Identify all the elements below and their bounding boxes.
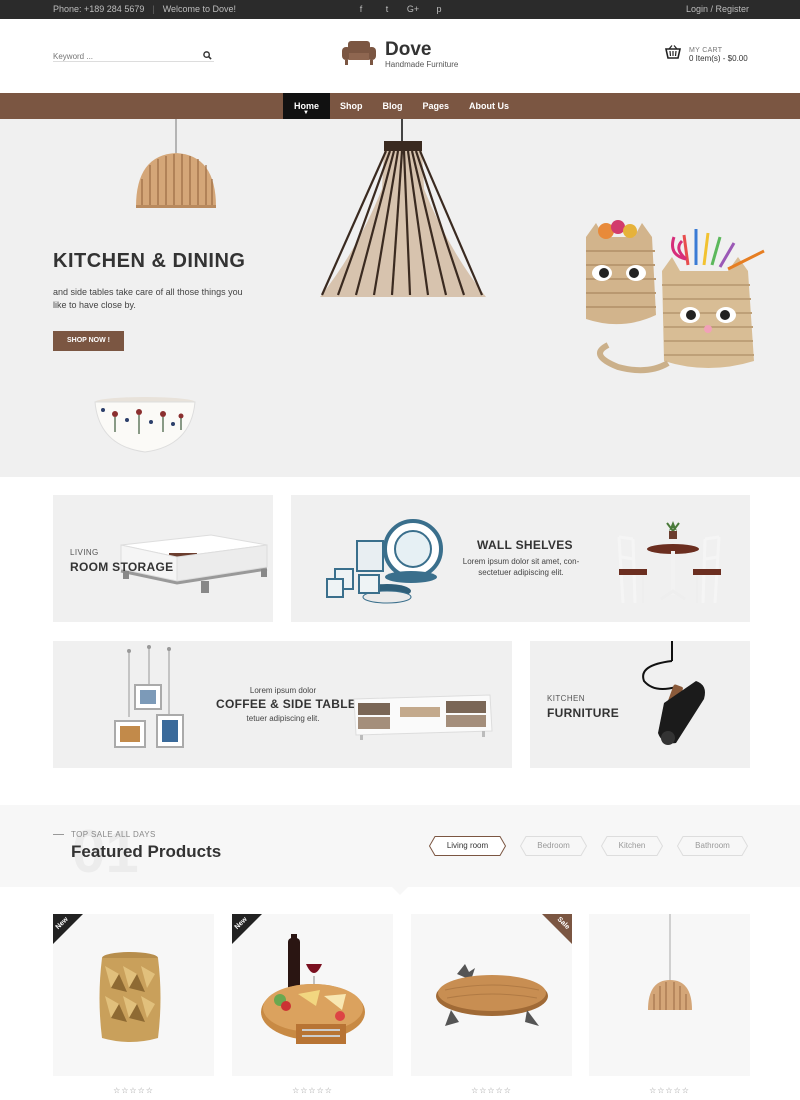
product-card[interactable]: New [53,914,214,1076]
product-card[interactable]: New [232,914,393,1076]
sofa-icon [341,38,377,71]
twitter-icon[interactable]: t [382,3,392,15]
spot-lamp-image [642,641,705,745]
hero-slider: KITCHEN & DINING and side tables take ca… [0,119,800,477]
tab-label: Bedroom [537,841,570,850]
dinnerware-set-image [326,519,443,604]
divider: | [152,4,155,14]
tab-bedroom[interactable]: Bedroom [520,836,587,856]
search-icon[interactable] [203,47,212,65]
basket-icon [665,45,681,64]
facebook-icon[interactable]: f [356,3,366,15]
search-box [53,46,214,62]
banner-title: COFFEE & SIDE TABLES [216,697,365,711]
product-rating: ☆☆☆☆☆ [113,1086,154,1095]
section-subtitle: TOP SALE ALL DAYS [71,830,156,839]
ceramic-bowl-image [94,397,196,453]
wood-pendant-lamp-image [136,119,216,208]
social-links: f t G+ p [356,3,444,15]
tab-kitchen[interactable]: Kitchen [601,836,663,856]
phone-number: Phone: +189 284 5679 [53,4,145,14]
banner-text-top: Lorem ipsum dolor [249,686,317,695]
top-bar: Phone: +189 284 5679 | Welcome to Dove! … [0,0,800,19]
login-register-link[interactable]: Login / Register [686,4,749,14]
nav-item-home[interactable]: Home ▼ [283,93,330,119]
tab-label: Kitchen [618,841,646,850]
shop-now-button[interactable]: SHOP NOW ! [53,331,124,351]
section-pointer [392,887,408,895]
banner-title: FURNITURE [547,706,620,720]
banner-title: WALL SHELVES [477,538,573,552]
rope-cat-baskets-image [586,220,765,374]
google-plus-icon[interactable]: G+ [407,3,419,15]
chevron-down-icon: ▼ [303,110,309,116]
product-rating: ☆☆☆☆☆ [292,1086,333,1095]
logo-tagline: Handmade Furniture [385,60,459,69]
logo-name: Dove [385,39,432,60]
pinterest-icon[interactable]: p [434,3,444,15]
featured-products-header: 01 TOP SALE ALL DAYS Featured Products L… [0,805,800,895]
nav-item-blog[interactable]: Blog [373,93,413,119]
tab-label: Bathroom [695,841,730,850]
main-nav: Home ▼ Shop Blog Pages About Us [0,93,800,119]
product-rating: ☆☆☆☆☆ [471,1086,512,1095]
hero-text: and side tables take care of all those t… [53,287,243,310]
banner-kitchen-furniture[interactable]: KITCHEN FURNITURE [530,641,750,768]
mini-cart[interactable]: MY CART 0 Item(s) - $0.00 [665,45,748,64]
tab-living-room[interactable]: Living room [429,836,506,856]
banner-coffee-side-tables[interactable]: Lorem ipsum dolor COFFEE & SIDE TABLES t… [53,641,512,768]
pendant-lamp-image [648,914,692,1010]
product-rating: ☆☆☆☆☆ [649,1086,690,1095]
header: Dove Handmade Furniture MY CART 0 Item(s… [0,19,800,93]
gold-stool-image [99,952,161,1042]
dining-set-image [617,521,721,604]
banner-subtitle: KITCHEN [547,694,585,703]
nav-item-shop[interactable]: Shop [330,93,373,119]
banner-text-bottom: tetuer adipiscing elit. [246,714,320,723]
banner-subtitle: LIVING [70,548,99,557]
nav-item-about-us[interactable]: About Us [459,93,519,119]
product-card[interactable]: Sale [411,914,572,1076]
cheese-board-image [261,934,365,1044]
banner-living-room-storage[interactable]: LIVING ROOM STORAGE [53,495,273,622]
tab-bathroom[interactable]: Bathroom [677,836,748,856]
cart-summary: 0 Item(s) - $0.00 [689,53,748,63]
tab-label: Living room [446,841,489,850]
cart-label: MY CART [689,46,723,54]
welcome-text: Welcome to Dove! [162,4,237,14]
divider [53,834,64,835]
banner-description: Lorem ipsum dolor sit amet, con- sectetu… [462,557,580,577]
product-card[interactable] [589,914,750,1076]
section-title: Featured Products [71,842,222,861]
tv-stand-image [353,694,493,740]
hero-title: KITCHEN & DINING [53,250,246,272]
banner-wall-shelves[interactable]: WALL SHELVES Lorem ipsum dolor sit amet,… [291,495,750,622]
dark-pendant-lamp-image [320,119,486,297]
banner-title: ROOM STORAGE [70,560,174,574]
hanging-picture-frames-image [114,645,184,748]
nav-item-pages[interactable]: Pages [413,93,460,119]
search-input[interactable] [53,52,193,61]
wooden-tray-image [436,964,548,1026]
logo[interactable]: Dove Handmade Furniture [341,38,458,71]
